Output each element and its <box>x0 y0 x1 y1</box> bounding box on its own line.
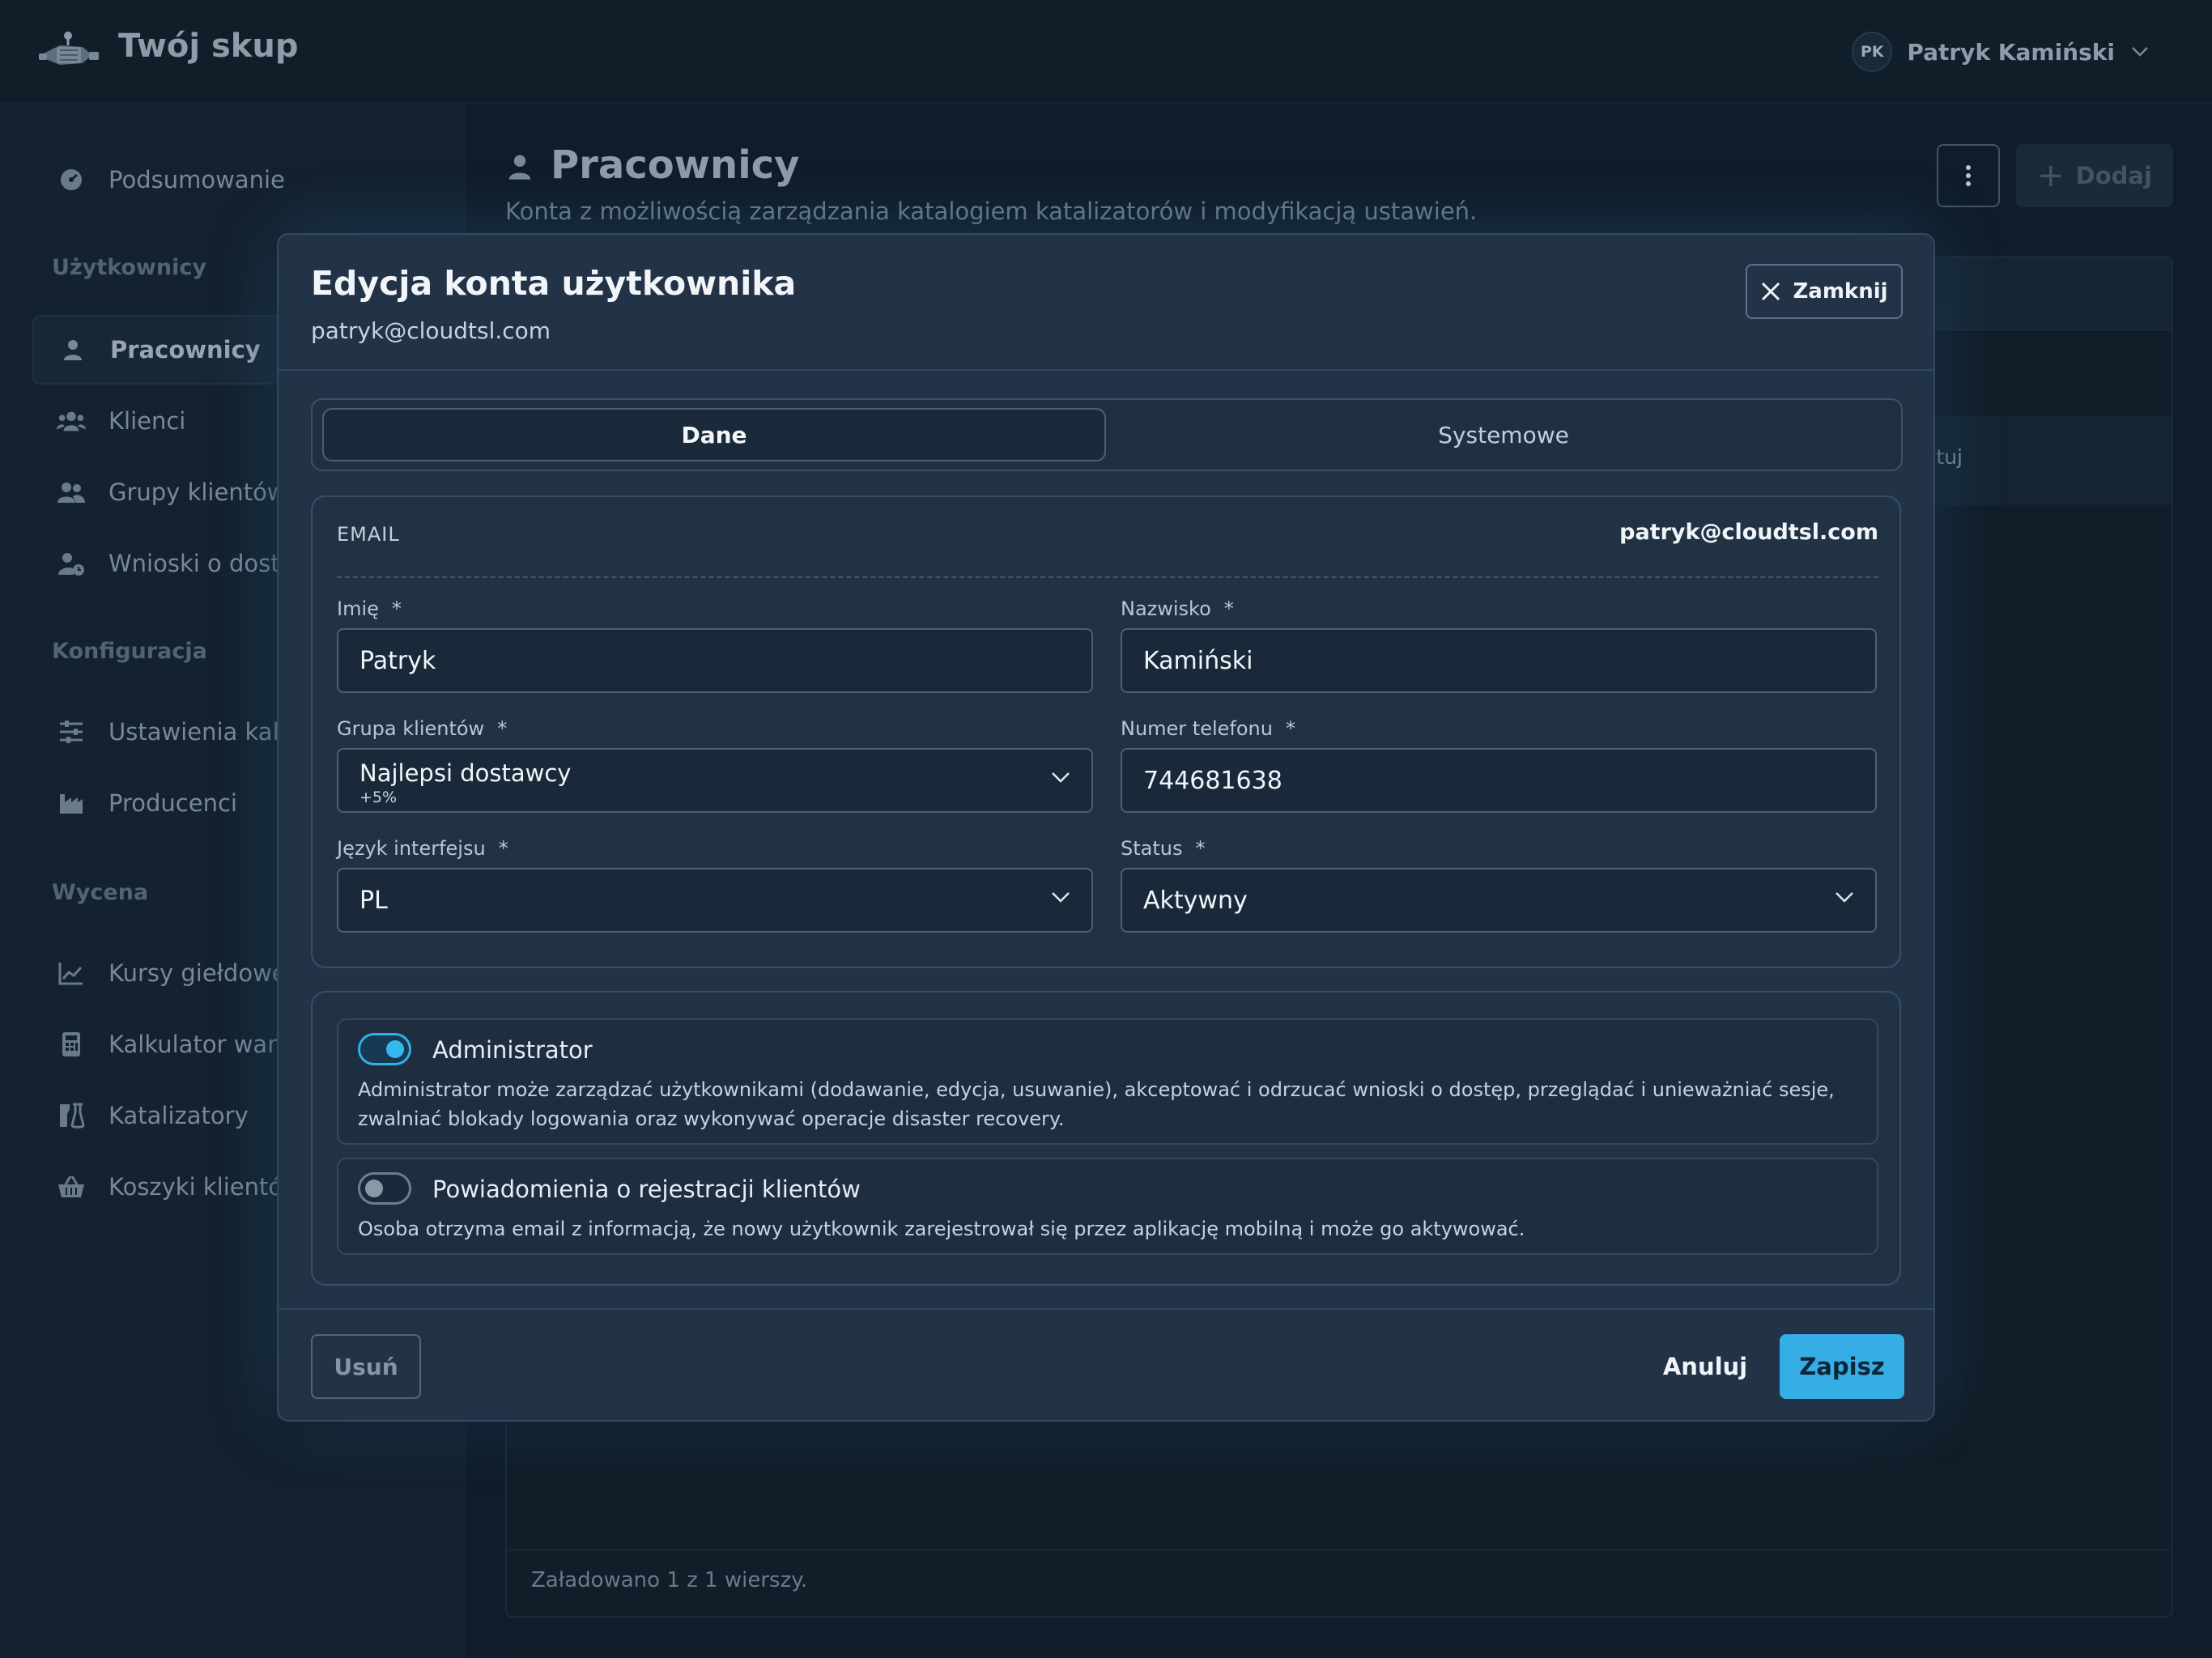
status-label-text: Status <box>1121 837 1183 860</box>
last-name-input[interactable]: Kamiński <box>1121 628 1877 693</box>
cancel-button[interactable]: Anuluj <box>1655 1334 1755 1399</box>
first-name-value: Patryk <box>359 646 436 675</box>
registration-notifications-option: Powiadomienia o rejestracji klientów Oso… <box>337 1158 1878 1255</box>
tab-system[interactable]: Systemowe <box>1114 408 1893 461</box>
first-name-label: Imię * <box>337 597 402 620</box>
language-label: Język interfejsu * <box>337 837 508 860</box>
chevron-down-icon <box>1052 772 1070 783</box>
registration-notifications-description: Osoba otrzyma email z informacją, że now… <box>358 1218 1525 1240</box>
client-group-select[interactable]: Najlepsi dostawcy +5% <box>337 748 1093 813</box>
client-group-value: Najlepsi dostawcy <box>359 759 572 787</box>
save-button[interactable]: Zapisz <box>1780 1334 1904 1399</box>
email-label: EMAIL <box>337 523 400 546</box>
client-group-discount: +5% <box>359 789 398 806</box>
admin-option-title: Administrator <box>432 1036 593 1064</box>
first-name-input[interactable]: Patryk <box>337 628 1093 693</box>
toggle-knob <box>386 1040 404 1058</box>
admin-toggle[interactable] <box>358 1033 411 1065</box>
delete-button[interactable]: Usuń <box>311 1334 421 1399</box>
language-label-text: Język interfejsu <box>337 837 486 860</box>
dialog-header: Edycja konta użytkownika patryk@cloudtsl… <box>279 235 1933 371</box>
required-mark: * <box>391 597 402 620</box>
required-mark: * <box>1223 597 1234 620</box>
status-label: Status * <box>1121 837 1205 860</box>
status-value: Aktywny <box>1143 886 1248 915</box>
dialog-subtitle-email: patryk@cloudtsl.com <box>311 317 551 344</box>
first-name-label-text: Imię <box>337 597 379 620</box>
email-value: patryk@cloudtsl.com <box>1619 520 1878 545</box>
registration-notifications-toggle[interactable] <box>358 1172 411 1205</box>
registration-notifications-title: Powiadomienia o rejestracji klientów <box>432 1175 861 1203</box>
client-group-label: Grupa klientów * <box>337 717 507 740</box>
dialog-tabs: Dane Systemowe <box>311 398 1903 471</box>
last-name-label: Nazwisko * <box>1121 597 1234 620</box>
tab-data[interactable]: Dane <box>322 408 1106 461</box>
admin-option: Administrator Administrator może zarządz… <box>337 1018 1878 1145</box>
dialog-title: Edycja konta użytkownika <box>311 264 797 303</box>
required-mark: * <box>498 837 508 860</box>
phone-label-text: Numer telefonu <box>1121 717 1273 740</box>
required-mark: * <box>497 717 508 740</box>
email-row: EMAIL patryk@cloudtsl.com <box>337 520 1878 578</box>
required-mark: * <box>1195 837 1206 860</box>
phone-label: Numer telefonu * <box>1121 717 1295 740</box>
phone-value: 744681638 <box>1143 766 1283 795</box>
status-select[interactable]: Aktywny <box>1121 868 1877 933</box>
last-name-value: Kamiński <box>1143 646 1253 675</box>
close-button[interactable]: Zamknij <box>1746 264 1903 319</box>
language-value: PL <box>359 886 388 915</box>
dialog-footer: Usuń Anuluj Zapisz <box>279 1308 1933 1422</box>
toggle-knob <box>365 1180 383 1197</box>
last-name-label-text: Nazwisko <box>1121 597 1211 620</box>
close-button-label: Zamknij <box>1793 279 1888 304</box>
close-icon <box>1762 282 1780 301</box>
chevron-down-icon <box>1836 892 1853 903</box>
user-data-card: EMAIL patryk@cloudtsl.com Imię * Patryk N… <box>311 495 1901 968</box>
admin-option-description: Administrator może zarządzać użytkownika… <box>358 1078 1835 1130</box>
chevron-down-icon <box>1052 892 1070 903</box>
edit-user-dialog: Edycja konta użytkownika patryk@cloudtsl… <box>277 233 1935 1422</box>
language-select[interactable]: PL <box>337 868 1093 933</box>
phone-input[interactable]: 744681638 <box>1121 748 1877 813</box>
required-mark: * <box>1285 717 1295 740</box>
permissions-card: Administrator Administrator może zarządz… <box>311 991 1901 1286</box>
client-group-label-text: Grupa klientów <box>337 717 485 740</box>
